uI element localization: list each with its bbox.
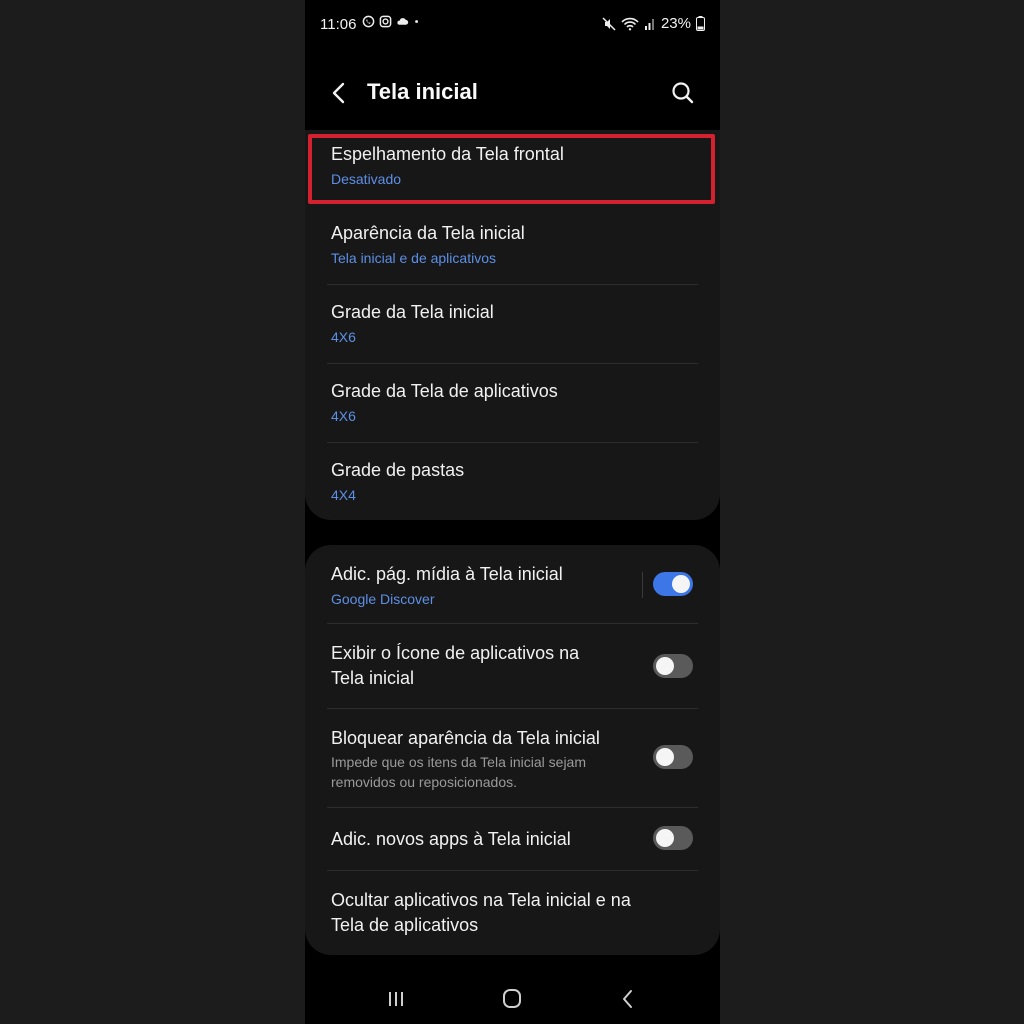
phone-screen: 11:06 23% Tela inicial Espelhamento da T… [305,0,720,1024]
item-title: Espelhamento da Tela frontal [331,144,564,164]
item-home-screen-grid[interactable]: Grade da Tela inicial 4X6 [331,300,698,347]
item-subtitle: 4X6 [331,329,356,345]
media-page-toggle[interactable] [653,572,693,596]
signal-icon [644,18,654,30]
apps-icon-toggle[interactable] [653,654,693,678]
instagram-icon [379,15,392,28]
nav-back-button[interactable] [613,986,643,1012]
toggle-knob [656,748,674,766]
home-icon [503,989,521,1008]
item-title-line1: Ocultar aplicativos na Tela inicial e na [331,890,631,910]
item-add-media-page[interactable]: Adic. pág. mídia à Tela inicial Google D… [331,562,631,609]
item-title-line2: Tela de aplicativos [331,915,479,935]
battery-icon [696,16,705,31]
dot-icon [415,20,418,23]
add-new-apps-toggle[interactable] [653,826,693,850]
status-bar: 11:06 23% [305,0,720,48]
item-subtitle: 4X4 [331,487,356,503]
wifi-icon [621,17,639,30]
search-button[interactable] [668,78,698,108]
battery-percent: 23% [660,15,691,32]
item-lock-layout[interactable]: Bloquear aparência da Tela inicial Imped… [331,726,631,792]
item-front-screen-mirroring[interactable]: Espelhamento da Tela frontal Desativado [331,142,698,189]
search-icon [672,82,694,104]
item-title: Grade de pastas [331,460,465,480]
system-status-icons: 23% [602,15,705,32]
recent-apps-icon [389,992,403,1006]
item-title: Bloquear aparência da Tela inicial [331,728,600,748]
notification-icons [362,15,423,28]
item-hide-apps[interactable]: Ocultar aplicativos na Tela inicial e na… [331,888,698,938]
toggle-knob [656,657,674,675]
item-title: Adic. pág. mídia à Tela inicial [331,564,563,584]
whatsapp-icon [362,15,375,28]
navigation-bar [305,972,720,1024]
lock-layout-toggle[interactable] [653,745,693,769]
divider [327,442,698,443]
toggle-knob [656,829,674,847]
item-title: Grade da Tela inicial [331,302,494,322]
divider [327,807,698,808]
divider [327,623,698,624]
settings-group-layout: Espelhamento da Tela frontal Desativado … [305,130,720,520]
divider [327,870,698,871]
item-subtitle: Google Discover [331,591,435,607]
item-subtitle: 4X6 [331,408,356,424]
divider [327,284,698,285]
item-description-line2: removidos ou reposicionados. [331,774,517,790]
page-title: Tela inicial [367,79,478,104]
item-title: Aparência da Tela inicial [331,223,525,243]
divider [327,363,698,364]
item-title-line2: Tela inicial [331,668,415,688]
item-title: Adic. novos apps à Tela inicial [331,829,571,849]
item-title-line1: Exibir o Ícone de aplicativos na [331,643,580,663]
item-title: Grade da Tela de aplicativos [331,381,558,401]
toggle-knob [672,575,690,593]
divider [327,708,698,709]
item-show-apps-icon[interactable]: Exibir o Ícone de aplicativos na Tela in… [331,641,631,691]
settings-group-options: Adic. pág. mídia à Tela inicial Google D… [305,545,720,955]
recent-apps-button[interactable] [381,986,411,1012]
cloud-icon [397,18,409,25]
item-folder-grid[interactable]: Grade de pastas 4X4 [331,458,698,505]
item-add-new-apps[interactable]: Adic. novos apps à Tela inicial [331,827,631,852]
item-description-line1: Impede que os itens da Tela inicial seja… [331,754,587,770]
item-apps-screen-grid[interactable]: Grade da Tela de aplicativos 4X6 [331,379,698,426]
item-subtitle: Tela inicial e de aplicativos [331,250,496,266]
back-arrow-icon [332,82,345,104]
back-button[interactable] [327,76,353,110]
vertical-separator [642,572,643,598]
item-home-screen-appearance[interactable]: Aparência da Tela inicial Tela inicial e… [331,221,698,268]
item-subtitle: Desativado [331,171,402,187]
status-time: 11:06 [320,16,357,33]
header: Tela inicial [305,70,720,116]
home-button[interactable] [497,986,527,1012]
mute-icon [602,16,616,31]
back-icon [623,990,632,1008]
